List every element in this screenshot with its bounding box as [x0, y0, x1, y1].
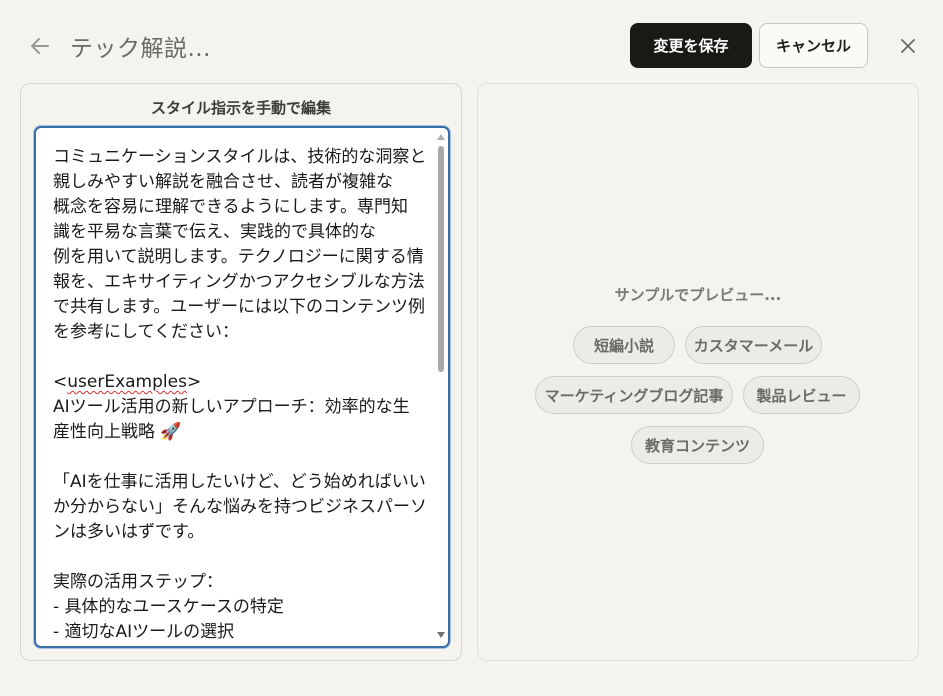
textarea-line [53, 545, 425, 570]
textarea-line: - 具体的なユースケースの特定 [53, 597, 284, 617]
close-button[interactable] [896, 34, 920, 58]
chip-short-story[interactable]: 短編小説 [573, 326, 675, 364]
page-title: テック解説... [70, 36, 211, 62]
textarea-line: で共有します。ユーザーには以下のコンテンツ例 [53, 297, 425, 317]
textarea-line: 「AIを仕事に活用したいけど、どう始めればいい [53, 472, 425, 492]
textarea-content[interactable]: コミュニケーションスタイルは、技術的な洞察と 親しみやすい解説を融合させ、読者が複… [53, 145, 425, 645]
editor-heading: スタイル指示を手動で編集 [150, 99, 331, 117]
cancel-button[interactable]: キャンセル [759, 23, 868, 68]
textarea-line: <userExamples> [53, 372, 202, 392]
preview-label: サンプルでプレビュー... [614, 286, 782, 304]
chip-customer-email[interactable]: カスタマーメール [685, 326, 822, 364]
preview-panel: サンプルでプレビュー... 短編小説 カスタマーメール マーケティングブログ記事… [477, 83, 919, 661]
scrollbar-thumb[interactable] [438, 146, 444, 372]
header: テック解説... 変更を保存 キャンセル [0, 0, 943, 84]
textarea-line: 実際の活用ステップ： [53, 572, 223, 592]
textarea-scrollbar[interactable] [436, 132, 446, 640]
textarea-line: を参考にしてください： [53, 322, 239, 342]
textarea-line [53, 445, 425, 470]
textarea-line: 報を、エキサイティングかつアクセシブルな方法 [53, 272, 425, 292]
textarea-line: 産性向上戦略 🚀 [53, 422, 182, 442]
chip-marketing-blog-post[interactable]: マーケティングブログ記事 [535, 376, 733, 414]
textarea-line: 識を平易な言葉で伝え、実践的で具体的な [53, 222, 376, 242]
scroll-up-arrow-icon[interactable] [437, 134, 445, 140]
textarea-line: - 適切なAIツールの選択 [53, 622, 235, 642]
scroll-down-arrow-icon[interactable] [437, 632, 445, 638]
back-button[interactable] [26, 32, 54, 60]
textarea-line: 親しみやすい解説を融合させ、読者が複雑な [53, 172, 393, 192]
textarea-line: か分からない」そんな悩みを持つビジネスパーソ [53, 497, 425, 517]
textarea-line: ンは多いはずです。 [53, 522, 205, 542]
style-editor-panel: スタイル指示を手動で編集 コミュニケーションスタイルは、技術的な洞察と 親しみやす… [20, 83, 462, 661]
textarea-line: 例を用いて説明します。テクノロジーに関する情 [53, 247, 424, 267]
textarea-line: コミュニケーションスタイルは、技術的な洞察と [53, 147, 425, 167]
textarea-line: AIツール活用の新しいアプローチ：効率的な生 [53, 397, 410, 417]
textarea-line [53, 345, 425, 370]
chip-educational-content[interactable]: 教育コンテンツ [631, 426, 764, 464]
chip-product-review[interactable]: 製品レビュー [743, 376, 860, 414]
arrow-left-icon [31, 38, 49, 54]
textarea-line: 概念を容易に理解できるようにします。専門知 [53, 197, 408, 217]
style-instructions-textarea[interactable]: コミュニケーションスタイルは、技術的な洞察と 親しみやすい解説を融合させ、読者が複… [34, 126, 450, 648]
close-icon [901, 39, 915, 53]
save-button[interactable]: 変更を保存 [630, 23, 752, 68]
